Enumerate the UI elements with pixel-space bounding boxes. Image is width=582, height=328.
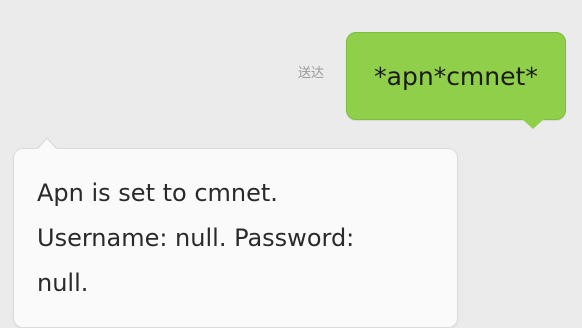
incoming-message-line: Username: null. Password: — [37, 224, 355, 252]
message-thread: 送达 *apn*cmnet* Apn is set to cmnet. User… — [0, 0, 582, 328]
incoming-message-line: Apn is set to cmnet. — [37, 179, 278, 207]
outgoing-message-text: *apn*cmnet* — [374, 61, 538, 91]
delivered-status-label: 送达 — [298, 66, 325, 81]
incoming-bubble-tail — [37, 139, 57, 150]
outgoing-bubble-tail — [522, 119, 544, 129]
incoming-message-line: null. — [37, 269, 89, 297]
incoming-message-bubble[interactable]: Apn is set to cmnet. Username: null. Pas… — [13, 148, 458, 328]
outgoing-message-bubble[interactable]: *apn*cmnet* — [346, 32, 566, 120]
